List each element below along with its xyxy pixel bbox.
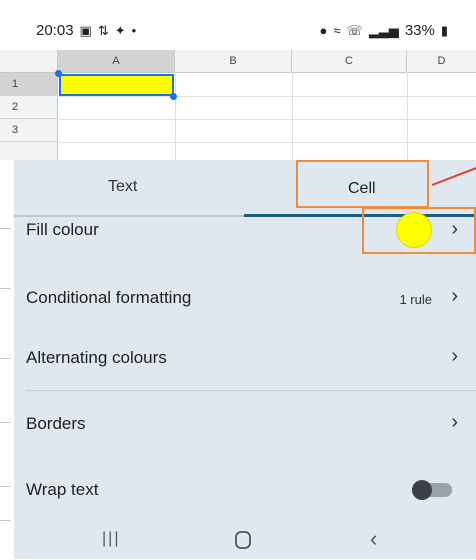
tab-cell[interactable]: Cell xyxy=(348,180,376,198)
cell-a1-selected[interactable] xyxy=(59,74,174,96)
recents-icon[interactable]: ||| xyxy=(102,530,120,548)
wifi-icon: ≈ xyxy=(333,23,341,38)
grid-line xyxy=(407,72,408,162)
spreadsheet-grid[interactable]: A B C D 1 2 3 xyxy=(0,46,476,162)
edge-tick xyxy=(0,520,10,521)
status-right: ● ≈ ☏ ▂▃▅ 33% ▮ xyxy=(320,22,448,39)
call-wifi-icon: ☏ xyxy=(346,23,363,38)
back-icon[interactable]: ‹ xyxy=(370,526,377,552)
grid-line xyxy=(58,96,476,97)
chevron-right-icon: › xyxy=(451,285,458,307)
chevron-right-icon: › xyxy=(451,345,458,367)
borders-row[interactable]: Borders › xyxy=(14,394,476,454)
edge-tick xyxy=(0,358,10,359)
edge-tick xyxy=(0,288,10,289)
column-header-c[interactable]: C xyxy=(292,50,407,72)
column-header-a[interactable]: A xyxy=(58,50,175,72)
sheet-edge xyxy=(0,160,14,560)
grid-line xyxy=(175,72,176,162)
fill-colour-row[interactable]: Fill colour › xyxy=(14,208,476,252)
toggle-knob xyxy=(412,480,432,500)
grid-line xyxy=(58,142,476,143)
clock: 20:03 xyxy=(36,22,74,39)
chevron-right-icon: › xyxy=(451,218,458,240)
conditional-formatting-count: 1 rule xyxy=(399,292,432,307)
alternating-colours-row[interactable]: Alternating colours › xyxy=(14,328,476,388)
corner-cell[interactable] xyxy=(0,50,58,72)
fill-colour-label: Fill colour xyxy=(26,220,99,239)
signal-activity-icon: ⇅ xyxy=(97,23,109,38)
fill-colour-swatch[interactable] xyxy=(396,212,432,248)
wrap-text-toggle[interactable] xyxy=(412,478,452,502)
column-header-d[interactable]: D xyxy=(407,50,476,72)
edge-tick xyxy=(0,486,10,487)
selection-handle-top-left[interactable] xyxy=(55,70,62,77)
battery-icon: ▮ xyxy=(440,23,448,38)
grid-line xyxy=(58,119,476,120)
battery-level: 33% xyxy=(404,22,435,39)
borders-label: Borders xyxy=(26,414,86,433)
row-header-2[interactable]: 2 xyxy=(0,96,58,119)
row-header-1[interactable]: 1 xyxy=(0,73,58,96)
home-icon[interactable] xyxy=(234,530,252,556)
edge-tick xyxy=(0,228,10,229)
signal-bars-icon: ▂▃▅ xyxy=(368,23,399,38)
dot-icon: • xyxy=(131,23,137,38)
edge-tick xyxy=(0,422,10,423)
row-header-4[interactable] xyxy=(0,142,58,161)
selection-handle-bottom-right[interactable] xyxy=(170,93,177,100)
wrap-text-row[interactable]: Wrap text xyxy=(14,460,476,520)
wrap-text-label: Wrap text xyxy=(26,480,99,499)
row-header-3[interactable]: 3 xyxy=(0,119,58,142)
grid-line xyxy=(292,72,293,162)
twitter-icon: ✦ xyxy=(114,23,126,38)
conditional-formatting-label: Conditional formatting xyxy=(26,288,192,307)
section-divider xyxy=(26,390,476,391)
location-icon: ● xyxy=(319,23,328,38)
tab-text[interactable]: Text xyxy=(108,178,137,196)
column-header-row: A B C D xyxy=(0,50,476,73)
gallery-icon: ▣ xyxy=(79,23,92,38)
column-header-b[interactable]: B xyxy=(175,50,292,72)
chevron-right-icon: › xyxy=(451,411,458,433)
status-bar: 20:03 ▣ ⇅ ✦ • ● ≈ ☏ ▂▃▅ 33% ▮ xyxy=(0,0,476,46)
format-panel: Text Cell Fill colour › Conditional form… xyxy=(14,160,476,559)
conditional-formatting-row[interactable]: Conditional formatting 1 rule › xyxy=(14,268,476,328)
alternating-colours-label: Alternating colours xyxy=(26,348,167,367)
status-left: 20:03 ▣ ⇅ ✦ • xyxy=(36,22,136,39)
navigation-bar: ||| ‹ xyxy=(14,522,476,559)
